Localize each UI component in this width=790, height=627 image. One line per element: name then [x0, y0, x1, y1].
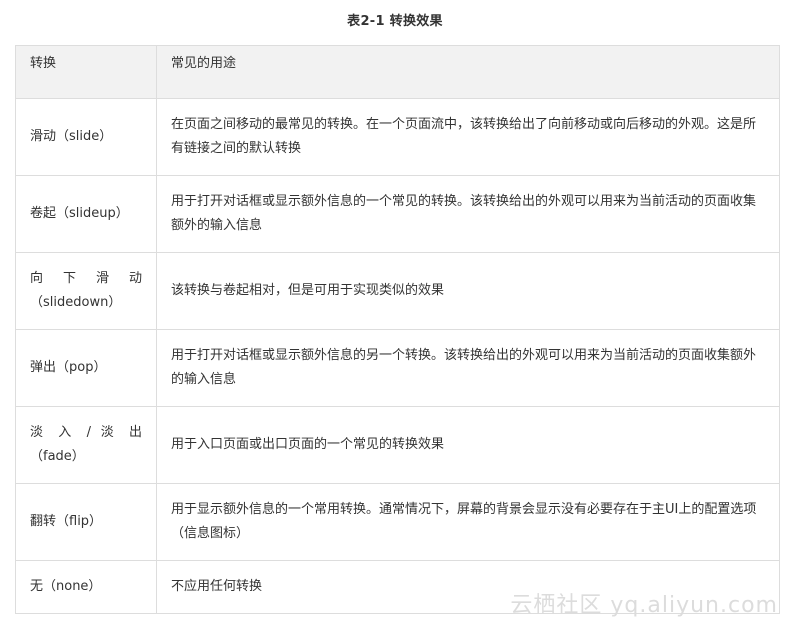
header-transition: 转换 [15, 45, 157, 99]
table-row: 向 下 滑 动 （slidedown） 该转换与卷起相对，但是可用于实现类似的效… [15, 252, 780, 330]
table-row: 翻转（flip） 用于显示额外信息的一个常用转换。通常情况下，屏幕的背景会显示没… [15, 483, 780, 561]
transition-use: 用于入口页面或出口页面的一个常见的转换效果 [156, 406, 780, 484]
table-caption: 表2-1 转换效果 [347, 14, 443, 29]
transition-use: 用于打开对话框或显示额外信息的一个常见的转换。该转换给出的外观可以用来为当前活动… [156, 175, 780, 253]
transition-use: 用于打开对话框或显示额外信息的另一个转换。该转换给出的外观可以用来为当前活动的页… [156, 329, 780, 407]
table-row: 滑动（slide） 在页面之间移动的最常见的转换。在一个页面流中，该转换给出了向… [15, 98, 780, 176]
transition-name: 无（none） [15, 560, 157, 614]
table-row: 淡 入 / 淡 出 （fade） 用于入口页面或出口页面的一个常见的转换效果 [15, 406, 780, 484]
header-common-use: 常见的用途 [156, 45, 780, 99]
table-header-row: 转换 常见的用途 [15, 45, 780, 99]
transition-name: 翻转（flip） [15, 483, 157, 561]
transition-name-line2: （fade） [30, 449, 85, 464]
watermark: 云栖社区 yq.aliyun.com [510, 593, 778, 618]
transition-use: 用于显示额外信息的一个常用转换。通常情况下，屏幕的背景会显示没有必要存在于主UI… [156, 483, 780, 561]
transition-name: 卷起（slideup） [15, 175, 157, 253]
transition-name: 弹出（pop） [15, 329, 157, 407]
table-row: 弹出（pop） 用于打开对话框或显示额外信息的另一个转换。该转换给出的外观可以用… [15, 329, 780, 407]
transition-name: 淡 入 / 淡 出 （fade） [15, 406, 157, 484]
transition-name-line1: 淡 入 / 淡 出 [30, 425, 142, 440]
table-row: 卷起（slideup） 用于打开对话框或显示额外信息的一个常见的转换。该转换给出… [15, 175, 780, 253]
transition-use: 该转换与卷起相对，但是可用于实现类似的效果 [156, 252, 780, 330]
transition-name: 滑动（slide） [15, 98, 157, 176]
transition-table: 转换 常见的用途 滑动（slide） 在页面之间移动的最常见的转换。在一个页面流… [15, 45, 780, 614]
transition-name: 向 下 滑 动 （slidedown） [15, 252, 157, 330]
transition-name-line2: （slidedown） [30, 295, 122, 310]
transition-use: 在页面之间移动的最常见的转换。在一个页面流中，该转换给出了向前移动或向后移动的外… [156, 98, 780, 176]
transition-name-line1: 向 下 滑 动 [30, 271, 142, 286]
